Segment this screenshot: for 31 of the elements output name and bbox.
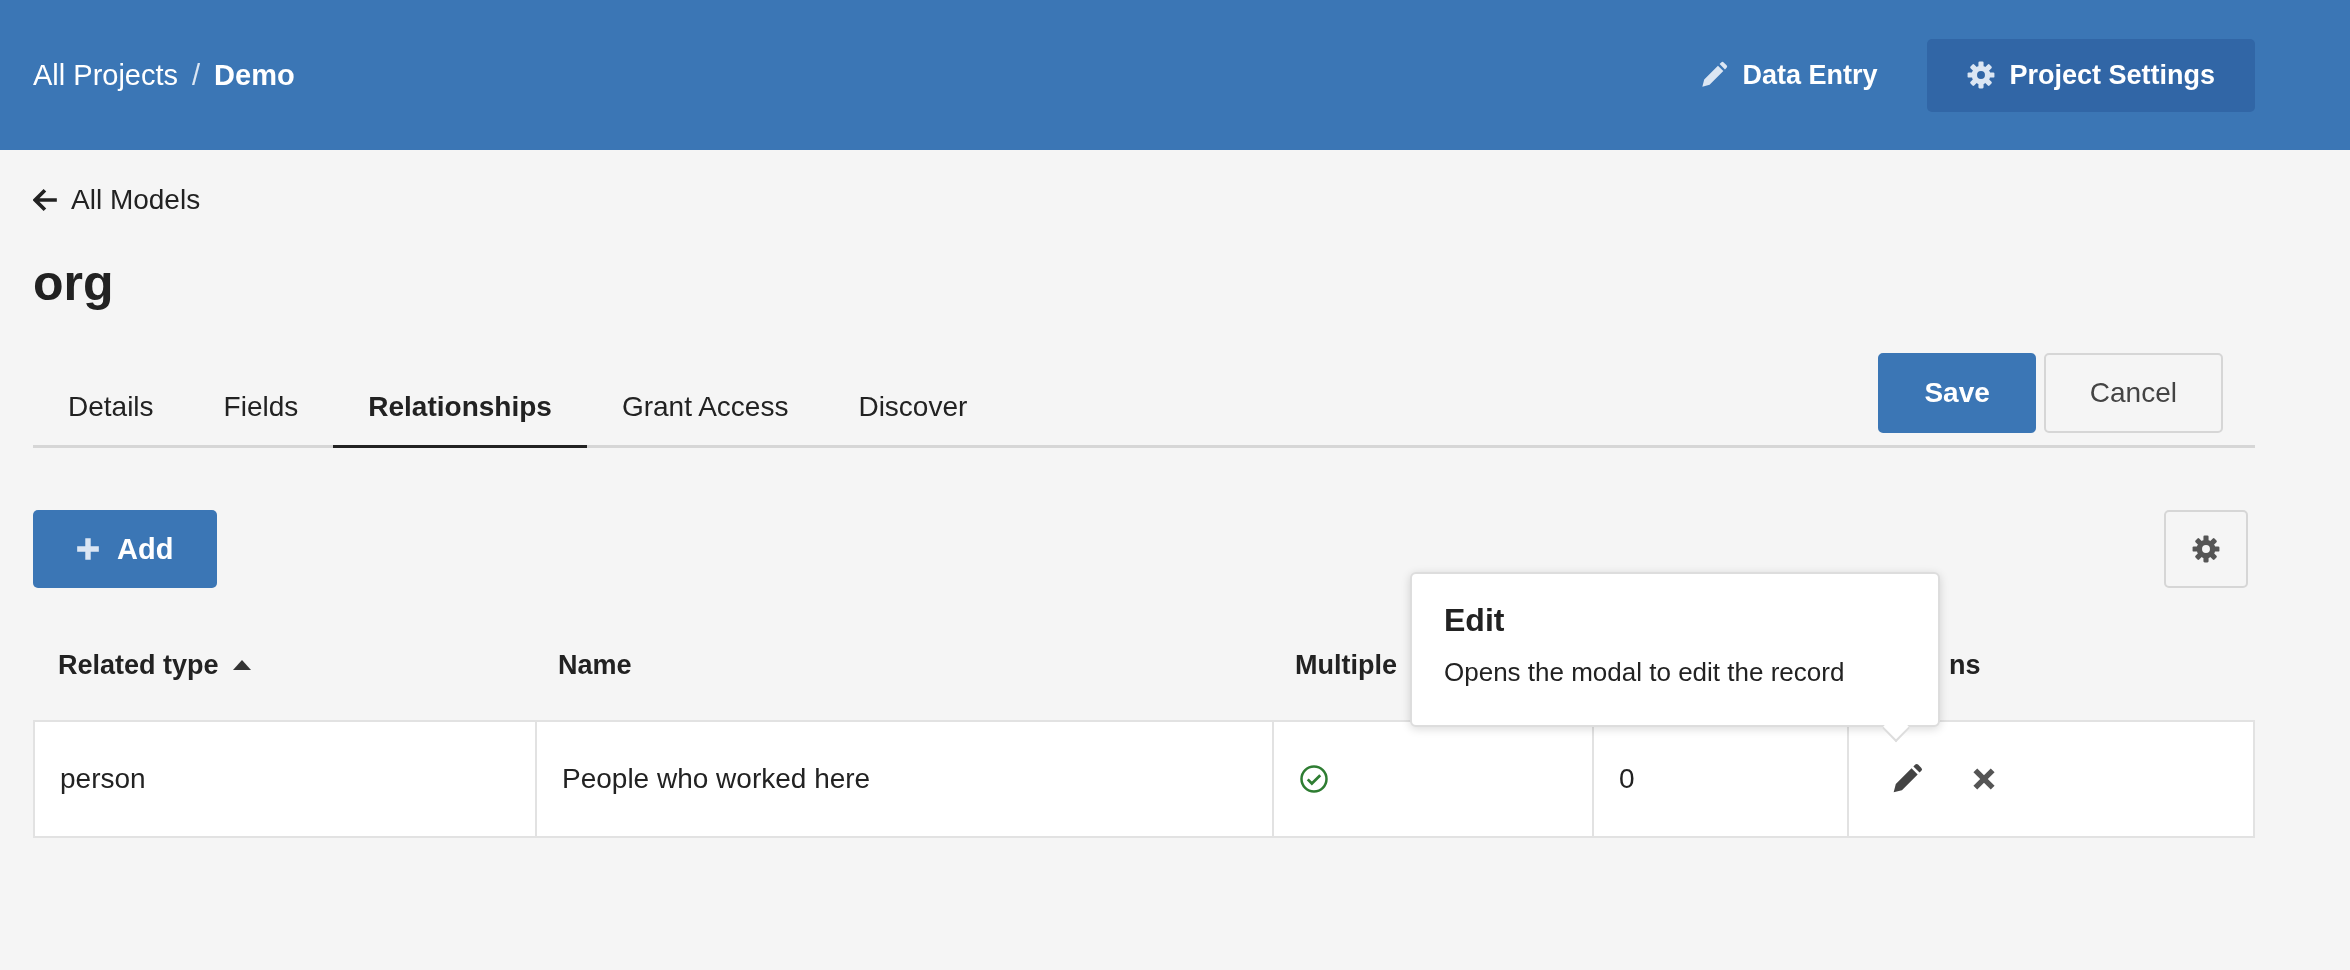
save-button[interactable]: Save bbox=[1878, 353, 2036, 433]
breadcrumb-separator: / bbox=[192, 58, 201, 92]
tab[interactable]: Relationships bbox=[333, 373, 587, 448]
close-icon[interactable] bbox=[1971, 766, 1997, 792]
back-link[interactable]: All Models bbox=[33, 184, 201, 216]
tab[interactable]: Grant Access bbox=[586, 373, 824, 448]
cancel-button[interactable]: Cancel bbox=[2043, 353, 2223, 433]
pencil-icon bbox=[1700, 61, 1729, 89]
tooltip-title: Edit bbox=[1444, 602, 1506, 639]
arrow-left-icon bbox=[33, 187, 59, 213]
add-button[interactable]: Add bbox=[33, 510, 218, 588]
tab[interactable]: Details bbox=[33, 373, 189, 448]
breadcrumb-link[interactable]: Demo bbox=[214, 58, 295, 92]
gear-icon bbox=[1967, 61, 1996, 89]
nav-link[interactable]: Data Entry bbox=[1660, 38, 1918, 112]
table-cell: People who worked here bbox=[535, 722, 1272, 836]
column-header[interactable]: Name bbox=[558, 649, 632, 681]
tab[interactable]: Fields bbox=[188, 373, 334, 448]
gear-icon bbox=[2192, 535, 2220, 563]
column-header[interactable]: ns bbox=[1949, 649, 1981, 681]
settings-button[interactable] bbox=[2164, 510, 2248, 588]
breadcrumb-link[interactable]: All Projects bbox=[33, 58, 179, 92]
plus-icon bbox=[75, 536, 101, 562]
column-header[interactable]: Multiple bbox=[1295, 649, 1397, 681]
nav-link[interactable]: Project Settings bbox=[1927, 38, 2255, 112]
table-cell-text: person bbox=[59, 762, 147, 796]
tooltip-text: Opens the modal to edit the record bbox=[1444, 657, 1846, 688]
tab[interactable]: Discover bbox=[823, 373, 1003, 448]
column-header[interactable]: Related type bbox=[58, 649, 219, 681]
page-title: org bbox=[33, 255, 115, 311]
pencil-icon[interactable] bbox=[1891, 763, 1923, 795]
